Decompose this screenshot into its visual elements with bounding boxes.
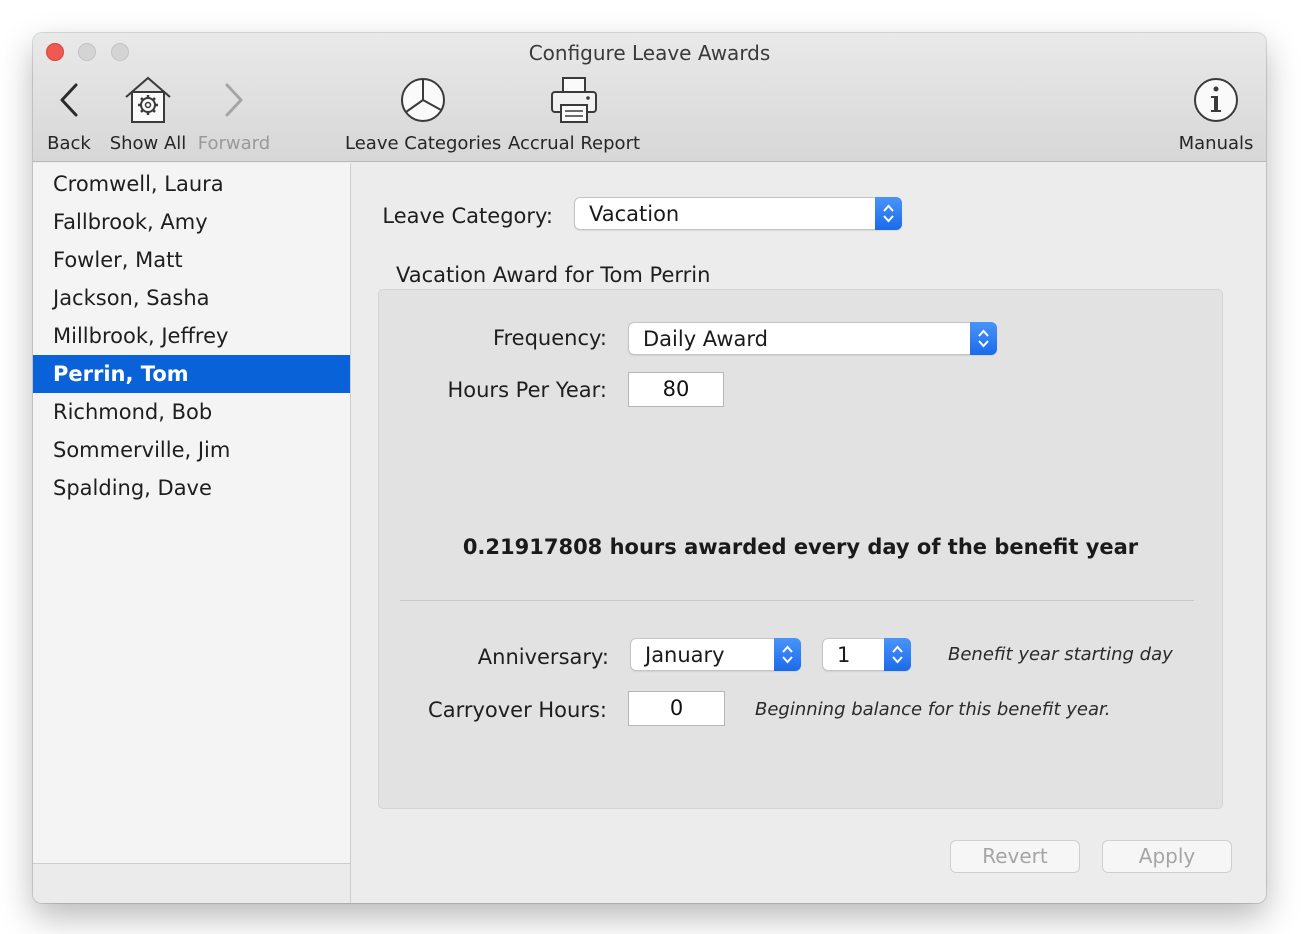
leave-category-value: Vacation: [589, 202, 680, 226]
carryover-hours-label: Carryover Hours:: [428, 698, 607, 722]
carryover-hint: Beginning balance for this benefit year.: [755, 699, 1111, 720]
anniversary-day-select[interactable]: 1: [822, 638, 911, 671]
accrual-report-button[interactable]: Accrual Report: [508, 75, 640, 155]
chevron-up-down-icon: [970, 322, 997, 355]
leave-categories-label: Leave Categories: [345, 133, 502, 154]
employee-list-item[interactable]: Sommerville, Jim: [33, 431, 350, 469]
toolbar: Configure Leave Awards Back Show All For…: [33, 33, 1266, 162]
window: Configure Leave Awards Back Show All For…: [33, 33, 1266, 903]
sidebar-footer: [33, 863, 350, 903]
anniversary-month-select[interactable]: January: [630, 638, 801, 671]
frequency-value: Daily Award: [643, 327, 768, 351]
hours-per-year-label: Hours Per Year:: [447, 378, 607, 402]
carryover-hours-field[interactable]: 0: [628, 691, 725, 726]
divider: [400, 600, 1194, 601]
leave-category-label: Leave Category:: [382, 204, 553, 228]
house-gear-icon: [125, 76, 171, 123]
employee-list-item[interactable]: Spalding, Dave: [33, 469, 350, 507]
employee-list-item[interactable]: Jackson, Sasha: [33, 279, 350, 317]
frequency-label: Frequency:: [492, 326, 607, 350]
employee-list-item[interactable]: Fowler, Matt: [33, 241, 350, 279]
anniversary-hint: Benefit year starting day: [948, 644, 1173, 665]
employee-list-item[interactable]: Richmond, Bob: [33, 393, 350, 431]
employee-list-item[interactable]: Millbrook, Jeffrey: [33, 317, 350, 355]
chevron-up-down-icon: [774, 638, 801, 671]
chevron-right-icon: [225, 83, 243, 117]
anniversary-month-value: January: [645, 643, 725, 667]
forward-button[interactable]: Forward: [195, 75, 273, 155]
show-all-button[interactable]: Show All: [107, 75, 189, 155]
window-title: Configure Leave Awards: [528, 41, 771, 65]
manuals-label: Manuals: [1178, 133, 1254, 154]
show-all-label: Show All: [109, 133, 187, 154]
back-button[interactable]: Back: [43, 75, 95, 155]
chevron-up-down-icon: [884, 638, 911, 671]
hours-per-year-field[interactable]: 80: [628, 372, 724, 407]
chevron-left-icon: [60, 83, 78, 117]
apply-button[interactable]: Apply: [1102, 840, 1232, 873]
revert-button[interactable]: Revert: [950, 840, 1080, 873]
employee-list-item-selected[interactable]: Perrin, Tom: [33, 355, 350, 393]
chevron-up-down-icon: [875, 197, 902, 230]
anniversary-label: Anniversary:: [477, 645, 609, 669]
forward-label: Forward: [197, 133, 271, 154]
anniversary-day-value: 1: [837, 643, 851, 667]
award-section-title: Vacation Award for Tom Perrin: [396, 263, 711, 287]
info-icon: [1194, 78, 1238, 122]
pie-chart-icon: [400, 78, 445, 122]
manuals-button[interactable]: Manuals: [1173, 75, 1259, 155]
leave-category-select[interactable]: Vacation: [574, 197, 902, 230]
award-summary: 0.21917808 hours awarded every day of th…: [462, 535, 1139, 559]
employee-list-item[interactable]: Fallbrook, Amy: [33, 203, 350, 241]
employee-list: Cromwell, Laura Fallbrook, Amy Fowler, M…: [33, 163, 351, 903]
frequency-select[interactable]: Daily Award: [628, 322, 997, 355]
leave-categories-button[interactable]: Leave Categories: [345, 75, 502, 155]
accrual-report-label: Accrual Report: [508, 133, 641, 154]
back-label: Back: [47, 133, 91, 154]
employee-list-item[interactable]: Cromwell, Laura: [33, 165, 350, 203]
printer-icon: [551, 77, 597, 123]
